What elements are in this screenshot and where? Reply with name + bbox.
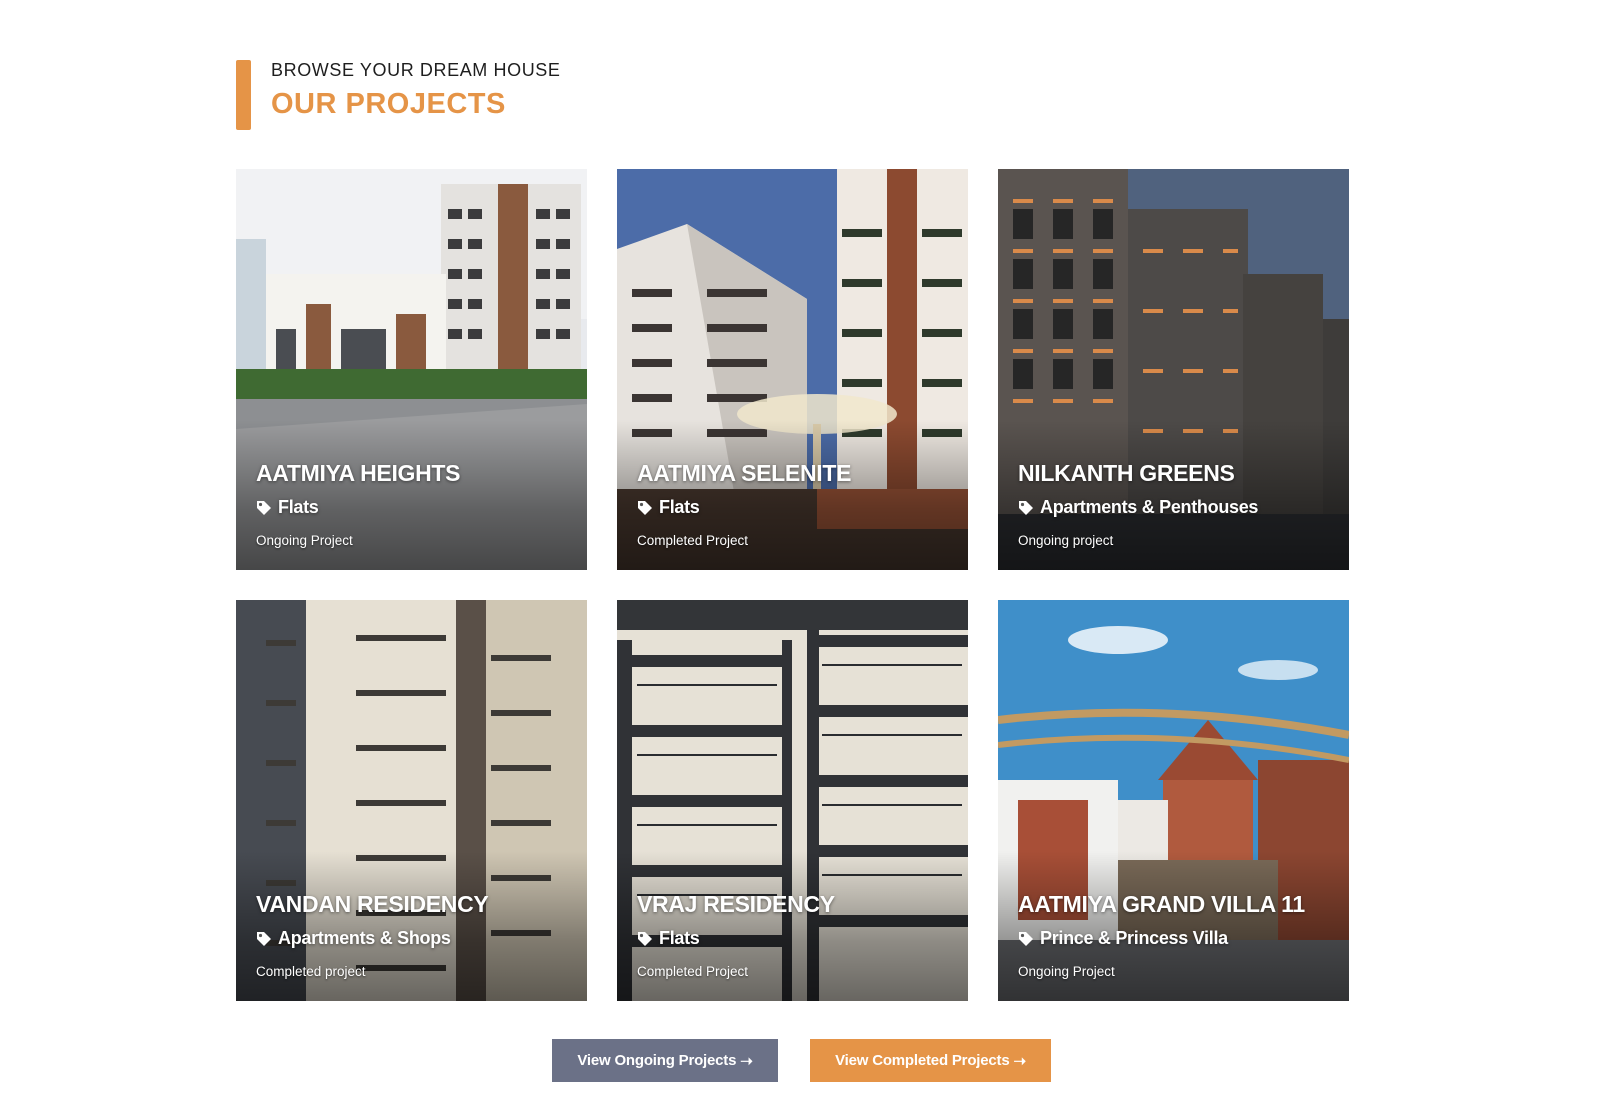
project-name[interactable]: AATMIYA HEIGHTS <box>256 460 461 487</box>
project-type-label: Flats <box>659 928 700 948</box>
project-type-label: Flats <box>278 497 319 517</box>
project-type-label: Apartments & Penthouses <box>1040 497 1259 517</box>
project-card-aatmiya-heights[interactable]: AATMIYA HEIGHTS Flats Ongoing Project <box>236 169 587 570</box>
project-card-aatmiya-selenite[interactable]: AATMIYA SELENITE Flats Completed Project <box>617 169 968 570</box>
project-type: Apartments & Penthouses <box>1018 497 1258 518</box>
arrow-right-icon: ➝ <box>740 1052 753 1070</box>
project-status: Completed project <box>256 964 366 979</box>
project-card-vandan-residency[interactable]: VANDAN RESIDENCY Apartments & Shops Comp… <box>236 600 587 1001</box>
project-type: Prince & Princess Villa <box>1018 928 1228 949</box>
button-label: View Completed Projects <box>835 1052 1010 1069</box>
button-label: View Ongoing Projects <box>577 1052 737 1069</box>
project-name[interactable]: AATMIYA SELENITE <box>637 460 851 487</box>
tag-icon <box>1019 931 1033 946</box>
project-type-label: Prince & Princess Villa <box>1040 928 1228 948</box>
project-card-aatmiya-grand-villa-11[interactable]: AATMIYA GRAND VILLA 11 Prince & Princess… <box>998 600 1349 1001</box>
view-ongoing-projects-button[interactable]: View Ongoing Projects ➝ <box>552 1039 778 1082</box>
project-card-nilkanth-greens[interactable]: NILKANTH GREENS Apartments & Penthouses … <box>998 169 1349 570</box>
project-type-label: Flats <box>659 497 700 517</box>
section-title: OUR PROJECTS <box>271 88 506 120</box>
project-status: Completed Project <box>637 533 749 548</box>
tag-icon <box>257 500 271 515</box>
project-status: Completed Project <box>637 964 749 979</box>
project-type: Flats <box>637 928 700 949</box>
project-name[interactable]: VRAJ RESIDENCY <box>637 891 835 918</box>
project-type-label: Apartments & Shops <box>278 928 451 948</box>
project-type: Apartments & Shops <box>256 928 451 949</box>
arrow-right-icon: ➝ <box>1013 1052 1026 1070</box>
project-status: Ongoing Project <box>256 533 353 548</box>
tag-icon <box>257 931 271 946</box>
accent-bar <box>236 60 251 130</box>
project-name[interactable]: AATMIYA GRAND VILLA 11 <box>1018 891 1305 918</box>
project-name[interactable]: VANDAN RESIDENCY <box>256 891 489 918</box>
tag-icon <box>638 500 652 515</box>
view-completed-projects-button[interactable]: View Completed Projects ➝ <box>810 1039 1051 1082</box>
project-status: Ongoing Project <box>1018 964 1115 979</box>
project-card-vraj-residency[interactable]: VRAJ RESIDENCY Flats Completed Project <box>617 600 968 1001</box>
tag-icon <box>1019 500 1033 515</box>
project-type: Flats <box>256 497 319 518</box>
tag-icon <box>638 931 652 946</box>
project-name[interactable]: NILKANTH GREENS <box>1018 460 1235 487</box>
section-eyebrow: BROWSE YOUR DREAM HOUSE <box>271 60 561 80</box>
project-status: Ongoing project <box>1018 533 1114 548</box>
project-type: Flats <box>637 497 700 518</box>
